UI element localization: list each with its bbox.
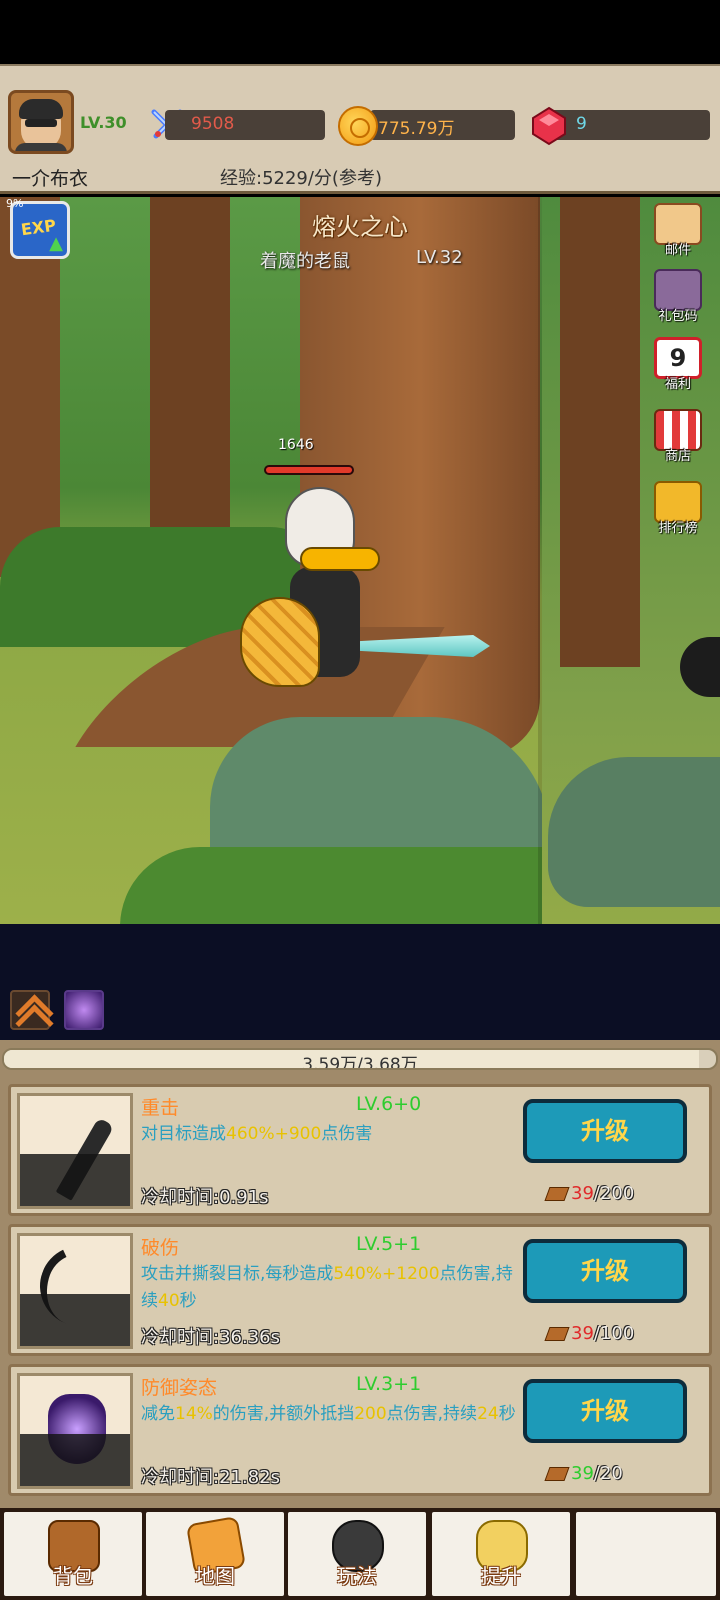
nav-empty-slot[interactable] bbox=[576, 1512, 716, 1596]
skill-thumbnail bbox=[17, 1373, 133, 1489]
player-header: LV.30 9508 775.79万 9 一介布衣 经验:5229/分(参考) bbox=[0, 64, 720, 194]
side-menu-mail[interactable]: 邮件 bbox=[648, 203, 708, 267]
side-menu-label: 礼包码 bbox=[658, 309, 698, 324]
gold-coin-icon bbox=[338, 106, 378, 146]
buff-bar bbox=[0, 924, 720, 1040]
skill-exp-bar: 3.59万/3.68万 bbox=[2, 1048, 718, 1070]
hero-hp-fill bbox=[266, 467, 352, 473]
side-menu-label: 排行榜 bbox=[658, 521, 698, 536]
player-level: LV.30 bbox=[80, 113, 127, 132]
skill-thumbnail bbox=[17, 1093, 133, 1209]
skill-cost: 39/100 bbox=[544, 1323, 634, 1344]
skill-book-icon bbox=[544, 1467, 570, 1481]
side-menu-label: 邮件 bbox=[664, 243, 691, 258]
hero-hp-value: 1646 bbox=[278, 437, 314, 453]
player-name: 一介布衣 bbox=[12, 168, 89, 190]
hero-hp-bar bbox=[264, 465, 354, 475]
skill-card-heavy-strike: 重击 LV.6+0 对目标造成460%+900点伤害 冷却时间:0.91s 升级… bbox=[8, 1084, 712, 1216]
skill-name: 防御姿态 bbox=[141, 1377, 218, 1399]
nav-gameplay[interactable]: 玩法 bbox=[288, 1512, 426, 1596]
skill-cooldown: 冷却时间:0.91s bbox=[141, 1187, 269, 1208]
gold-display: 775.79万 bbox=[370, 110, 515, 140]
exp-boost-percent: 9% bbox=[6, 197, 24, 210]
skill-cooldown: 冷却时间:36.36s bbox=[141, 1327, 280, 1348]
bottom-nav: 背包 地图 玩法 提升 bbox=[0, 1508, 720, 1600]
skill-thumbnail bbox=[17, 1233, 133, 1349]
upgrade-button[interactable]: 升级 bbox=[523, 1239, 687, 1303]
side-menu-shop[interactable]: 商店 bbox=[648, 409, 708, 473]
hero-sprite bbox=[240, 487, 490, 707]
skill-description: 攻击并撕裂目标,每秒造成540%+1200点伤害,持续40秒 bbox=[141, 1264, 513, 1311]
skill-card-rend: 破伤 LV.5+1 攻击并撕裂目标,每秒造成540%+1200点伤害,持续40秒… bbox=[8, 1224, 712, 1356]
gold-value: 775.79万 bbox=[378, 119, 455, 139]
skill-name: 重击 bbox=[141, 1097, 180, 1119]
system-status-bar bbox=[0, 0, 720, 64]
skill-level: LV.6+0 bbox=[356, 1093, 422, 1115]
skill-cooldown: 冷却时间:21.82s bbox=[141, 1467, 280, 1488]
battle-scene: 熔火之心 着魔的老鼠 LV.32 EXP ▲ 9% 邮件 礼包码 9 福利 商店… bbox=[0, 197, 720, 924]
arrow-up-icon: ▲ bbox=[49, 233, 63, 254]
side-menu-label: 福利 bbox=[664, 377, 691, 392]
exp-rate-text: 经验:5229/分(参考) bbox=[220, 168, 382, 189]
power-value: 9508 bbox=[191, 114, 235, 134]
stage-title: 熔火之心 bbox=[312, 213, 408, 241]
upgrade-button[interactable]: 升级 bbox=[523, 1099, 687, 1163]
skill-name: 破伤 bbox=[141, 1237, 180, 1259]
upgrade-button[interactable]: 升级 bbox=[523, 1379, 687, 1443]
nav-label: 地图 bbox=[195, 1564, 235, 1588]
gem-value: 9 bbox=[576, 114, 587, 134]
ruby-gem-icon bbox=[532, 106, 566, 146]
magic-strike-icon[interactable] bbox=[64, 990, 104, 1030]
nav-upgrade[interactable]: 提升 bbox=[432, 1512, 570, 1596]
rank-chevron-icon[interactable] bbox=[10, 990, 50, 1030]
skill-description: 减免14%的伤害,并额外抵挡200点伤害,持续24秒 bbox=[141, 1404, 516, 1424]
side-menu-gift-code[interactable]: 礼包码 bbox=[648, 269, 708, 333]
skill-description: 对目标造成460%+900点伤害 bbox=[141, 1124, 373, 1144]
skill-book-icon bbox=[544, 1187, 570, 1201]
skill-book-icon bbox=[544, 1327, 570, 1341]
side-menu-welfare[interactable]: 9 福利 bbox=[648, 337, 708, 401]
enemy-level: LV.32 bbox=[416, 247, 463, 268]
gem-display: 9 bbox=[550, 110, 710, 140]
skill-panel: 3.59万/3.68万 重击 LV.6+0 对目标造成460%+900点伤害 冷… bbox=[0, 1040, 720, 1508]
skill-level: LV.5+1 bbox=[356, 1233, 422, 1255]
nav-map[interactable]: 地图 bbox=[146, 1512, 284, 1596]
player-avatar[interactable] bbox=[8, 90, 74, 154]
skill-level: LV.3+1 bbox=[356, 1373, 422, 1395]
nav-label: 提升 bbox=[481, 1564, 521, 1588]
nav-label: 玩法 bbox=[337, 1564, 377, 1588]
skill-cost: 39/200 bbox=[544, 1183, 634, 1204]
enemy-name: 着魔的老鼠 bbox=[260, 251, 350, 272]
skill-card-defensive-stance: 防御姿态 LV.3+1 减免14%的伤害,并额外抵挡200点伤害,持续24秒 冷… bbox=[8, 1364, 712, 1496]
side-menu-label: 商店 bbox=[664, 449, 691, 464]
nav-backpack[interactable]: 背包 bbox=[4, 1512, 142, 1596]
side-menu-ranking[interactable]: 排行榜 bbox=[648, 481, 708, 545]
power-display: 9508 bbox=[165, 110, 325, 140]
skill-exp-text: 3.59万/3.68万 bbox=[302, 1055, 418, 1070]
skill-cost: 39/20 bbox=[544, 1463, 623, 1484]
nav-label: 背包 bbox=[53, 1564, 93, 1588]
